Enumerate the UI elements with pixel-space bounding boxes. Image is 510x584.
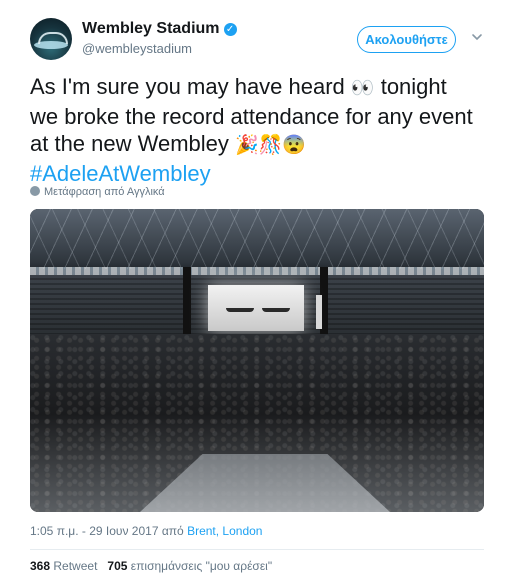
tweet-line-2: we broke the record attendance for any e…	[30, 103, 473, 129]
chevron-down-icon[interactable]	[470, 30, 484, 44]
like-count[interactable]: 705	[107, 559, 127, 573]
tweet-header: Wembley Stadium ✓ @wembleystadium Ακολουθ…	[30, 18, 486, 62]
tweet-line-1: As I'm sure you may have heard	[30, 74, 345, 99]
celebration-emoji: 🎉🎊😨	[235, 135, 307, 156]
hashtag-link[interactable]: #AdeleAtWembley	[30, 161, 211, 186]
tweet-text: As I'm sure you may have heard 👀 tonight…	[30, 73, 490, 187]
tweet-stats: 368 Retweet 705 επισημάνσεις "μου αρέσει…	[30, 559, 272, 573]
screen-eye-left	[226, 308, 254, 312]
tweet-line-1-tail: tonight	[374, 74, 447, 99]
retweet-label[interactable]: Retweet	[53, 559, 97, 573]
translate-label: Μετάφραση από Αγγλικά	[44, 186, 165, 198]
tweet-photo[interactable]	[30, 209, 484, 512]
tweet-timestamp: 1:05 π.μ. - 29 Ιουν 2017 από Brent, Lond…	[30, 524, 262, 538]
stage-tower-left	[183, 267, 191, 337]
display-name[interactable]: Wembley Stadium	[82, 20, 220, 38]
timestamp-text[interactable]: 1:05 π.μ. - 29 Ιουν 2017 από	[30, 524, 184, 538]
avatar[interactable]	[30, 18, 72, 60]
user-handle[interactable]: @wembleystadium	[82, 41, 237, 56]
side-screen	[316, 295, 322, 329]
author-info[interactable]: Wembley Stadium ✓ @wembleystadium	[82, 20, 237, 56]
globe-icon	[30, 186, 40, 196]
roof-truss	[30, 209, 484, 269]
translate-link[interactable]: Μετάφραση από Αγγλικά	[30, 186, 165, 198]
stadium-lights	[30, 267, 484, 275]
stage-screen	[208, 285, 304, 331]
screen-eye-right	[262, 308, 290, 312]
divider	[30, 549, 484, 550]
like-label[interactable]: επισημάνσεις "μου αρέσει"	[131, 559, 272, 573]
follow-button[interactable]: Ακολουθήστε	[357, 26, 456, 53]
retweet-count[interactable]: 368	[30, 559, 50, 573]
location-link[interactable]: Brent, London	[187, 524, 262, 538]
eyes-emoji: 👀	[350, 78, 375, 99]
tweet-line-3: at the new Wembley	[30, 131, 229, 156]
verified-badge-icon: ✓	[223, 23, 237, 36]
